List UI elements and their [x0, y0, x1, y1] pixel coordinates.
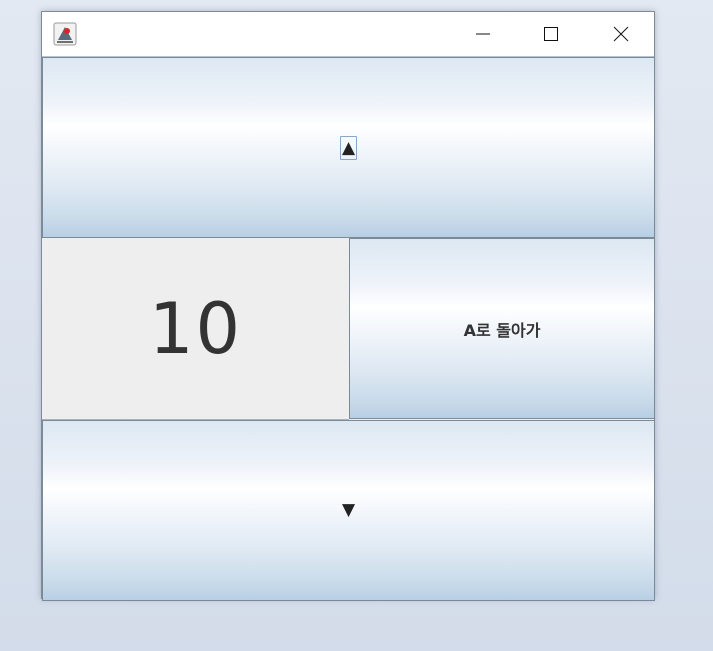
- close-button[interactable]: [598, 12, 644, 56]
- minimize-icon: [476, 33, 490, 35]
- up-arrow-icon: ▲: [339, 135, 358, 160]
- maximize-icon: [544, 27, 558, 41]
- java-app-icon: [53, 22, 77, 46]
- decrement-button[interactable]: ▼: [42, 420, 655, 601]
- counter-value: 10: [148, 287, 243, 370]
- app-window: ▲ 10 A로 돌아가 ▼: [41, 11, 655, 601]
- counter-display: 10: [42, 238, 349, 420]
- title-bar[interactable]: [42, 12, 654, 57]
- back-to-a-button[interactable]: A로 돌아가: [349, 238, 655, 419]
- close-icon: [613, 26, 629, 42]
- back-button-label: A로 돌아가: [463, 320, 541, 340]
- content-pane: ▲ 10 A로 돌아가 ▼: [42, 57, 655, 601]
- down-arrow-icon: ▼: [341, 500, 356, 520]
- maximize-button[interactable]: [528, 12, 574, 56]
- increment-button[interactable]: ▲: [42, 57, 655, 238]
- minimize-button[interactable]: [460, 12, 506, 56]
